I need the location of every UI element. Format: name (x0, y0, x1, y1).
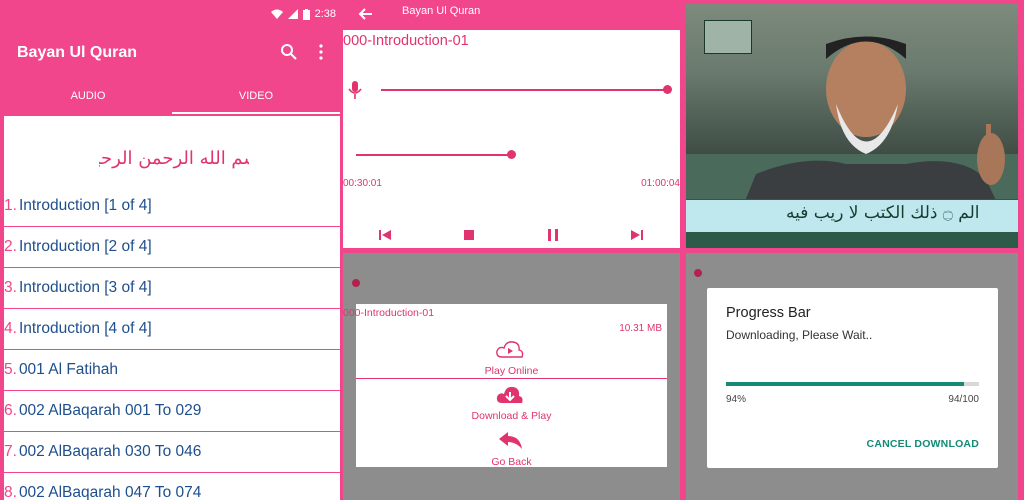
app-bar: 2:38 Bayan Ul Quran AUDIO VIDEO (4, 0, 340, 116)
status-bar: 2:38 (270, 6, 336, 22)
record-dot (694, 269, 702, 277)
wifi-icon (270, 9, 283, 19)
download-progress-bar (726, 382, 979, 386)
bismillah-calligraphy: بسم الله الرحمن الرحيم (99, 148, 249, 169)
search-icon[interactable] (280, 43, 298, 61)
download-screen: Progress Bar Downloading, Please Wait.. … (686, 253, 1018, 500)
back-arrow-icon[interactable] (358, 6, 374, 22)
player-screen: Bayan Ul Quran 000-Introduction-01 00:30… (343, 0, 680, 248)
list-item-label: 002 AlBaqarah 001 To 029 (18, 402, 202, 419)
total-duration: 01:00:04 (641, 178, 680, 189)
status-time: 2:38 (314, 8, 336, 20)
track-title: 000-Introduction-01 (343, 33, 469, 49)
record-dot (352, 279, 360, 287)
list-item-label: Introduction [1 of 4] (18, 197, 152, 214)
seek-bar-thumb[interactable] (507, 150, 516, 159)
seek-bar[interactable] (356, 154, 511, 156)
download-play-button[interactable]: Download & Play (356, 410, 667, 422)
tab-audio[interactable]: AUDIO (4, 78, 172, 114)
pause-icon[interactable] (546, 228, 560, 242)
options-screen: 000-Introduction-01 10.31 MB Play Online… (343, 253, 680, 500)
list-item[interactable]: 6. 002 AlBaqarah 001 To 029 (4, 391, 340, 432)
go-back-button[interactable]: Go Back (356, 456, 667, 468)
video-frame[interactable]: الم ۝ ذلك الكتب لا ريب فيه (686, 4, 1018, 248)
screenshot-collage: 2:38 Bayan Ul Quran AUDIO VIDEO بسم الله… (0, 0, 1024, 500)
reply-arrow-icon (499, 432, 522, 449)
stop-icon[interactable] (462, 228, 476, 242)
list-item[interactable]: 5. 001 Al Fatihah (4, 350, 340, 391)
list-item-label: 001 Al Fatihah (18, 361, 119, 378)
skip-next-icon[interactable] (630, 228, 644, 242)
skip-previous-icon[interactable] (378, 228, 392, 242)
volume-slider-thumb[interactable] (663, 85, 672, 94)
player-app-bar: Bayan Ul Quran (343, 0, 680, 30)
tab-video[interactable]: VIDEO (172, 78, 340, 114)
cancel-download-button[interactable]: CANCEL DOWNLOAD (867, 438, 979, 450)
list-item-label: 002 AlBaqarah 030 To 046 (18, 443, 202, 460)
list-item[interactable]: 7. 002 AlBaqarah 030 To 046 (4, 432, 340, 473)
player-bar-title: Bayan Ul Quran (402, 5, 481, 17)
more-options-icon[interactable] (316, 43, 326, 61)
microphone-icon (348, 81, 362, 99)
list-item[interactable]: 4. Introduction [4 of 4] (4, 309, 340, 350)
list-screen: 2:38 Bayan Ul Quran AUDIO VIDEO بسم الله… (4, 0, 340, 500)
options-dialog: 000-Introduction-01 10.31 MB Play Online… (343, 304, 667, 468)
arabic-caption: الم ۝ ذلك الكتب لا ريب فيه (786, 203, 980, 223)
list-item-label: Introduction [3 of 4] (18, 279, 152, 296)
elapsed-time: 00:30:01 (343, 178, 382, 189)
download-progress-fill (726, 382, 964, 386)
file-size: 10.31 MB (619, 323, 662, 334)
list-item[interactable]: 8. 002 AlBaqarah 047 To 074 (4, 473, 340, 500)
list-item[interactable]: 1. Introduction [1 of 4] (4, 186, 340, 227)
list-item-label: Introduction [2 of 4] (18, 238, 152, 255)
volume-slider[interactable] (381, 89, 667, 91)
play-online-button[interactable]: Play Online (356, 365, 667, 377)
battery-icon (302, 8, 310, 20)
episode-list: 1. Introduction [1 of 4] 2. Introduction [… (4, 186, 340, 500)
dialog-track-title: 000-Introduction-01 (343, 307, 435, 319)
progress-dialog: Progress Bar Downloading, Please Wait.. … (707, 288, 998, 468)
list-item-label: Introduction [4 of 4] (18, 320, 152, 337)
cloud-play-icon (496, 341, 524, 358)
svg-text:بسم الله الرحمن الرحيم: بسم الله الرحمن الرحيم (99, 148, 249, 169)
progress-count: 94/100 (948, 394, 979, 405)
dialog-title: Progress Bar (726, 305, 811, 321)
list-item[interactable]: 3. Introduction [3 of 4] (4, 268, 340, 309)
progress-percent: 94% (726, 394, 747, 405)
list-item-label: 002 AlBaqarah 047 To 074 (18, 484, 202, 500)
list-item[interactable]: 2. Introduction [2 of 4] (4, 227, 340, 268)
app-title: Bayan Ul Quran (17, 44, 138, 61)
dialog-message: Downloading, Please Wait.. (726, 328, 873, 342)
signal-icon (287, 9, 298, 19)
cloud-download-icon (496, 386, 523, 403)
